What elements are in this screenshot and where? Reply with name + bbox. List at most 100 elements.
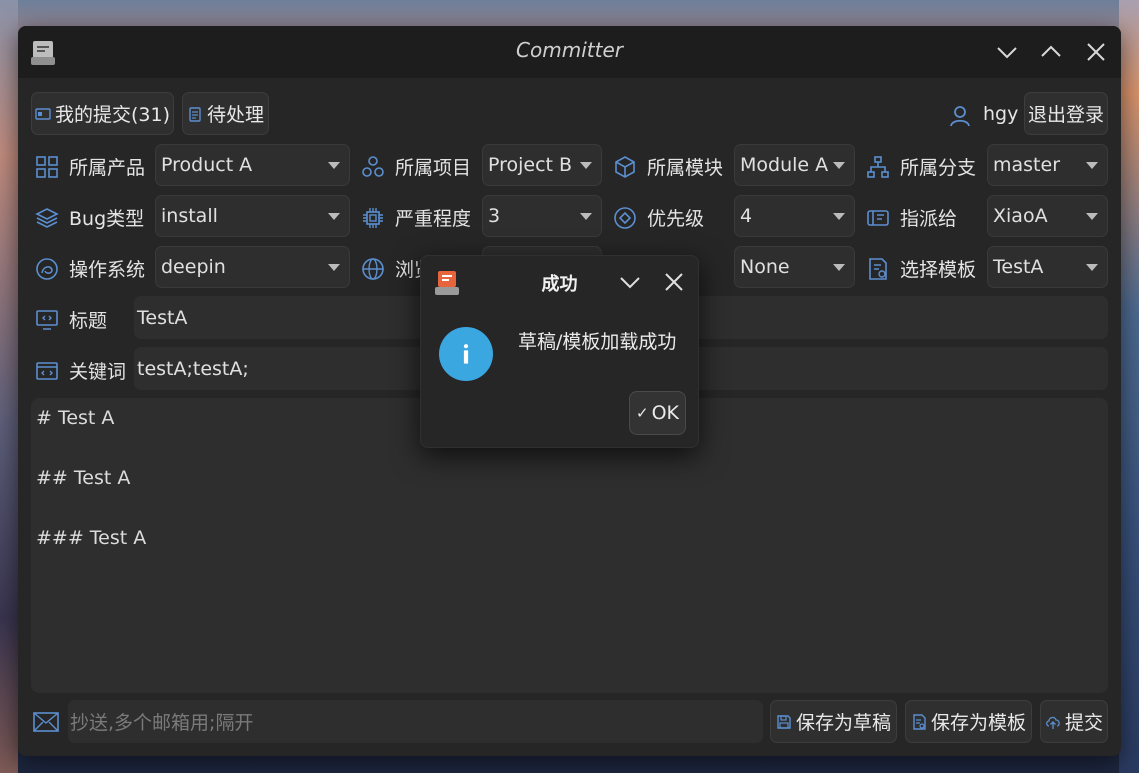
product-label-text: 所属产品 — [69, 157, 146, 179]
layers-icon — [35, 207, 59, 228]
branch-value: master — [993, 154, 1061, 176]
extra-select[interactable]: None — [734, 246, 855, 288]
close-button[interactable] — [1083, 39, 1109, 65]
my-commits-label: 我的提交(31) — [54, 104, 170, 126]
product-value: Product A — [161, 154, 253, 176]
deepin-icon — [36, 257, 58, 280]
minimize-button[interactable] — [994, 39, 1020, 65]
ok-button[interactable]: ✓ OK — [629, 391, 686, 435]
branch-field-label: 所属分支 — [866, 153, 976, 180]
bug-type-select[interactable]: install — [155, 195, 350, 237]
dialog-close-button[interactable] — [661, 269, 687, 295]
window-title: Committer — [516, 38, 623, 62]
dropdown-arrow-icon — [580, 162, 592, 169]
dropdown-arrow-icon — [1086, 264, 1098, 271]
module-label-text: 所属模块 — [647, 157, 724, 179]
editor-line: ### Test A — [36, 527, 147, 549]
chip-icon — [363, 207, 383, 228]
dialog-title: 成功 — [541, 274, 578, 295]
my-commits-button[interactable]: 我的提交(31) — [31, 92, 174, 135]
priority-select[interactable]: 4 — [734, 195, 855, 237]
dialog-message: 草稿/模板加载成功 — [518, 331, 677, 353]
module-value: Module A — [740, 154, 829, 176]
ticket-icon — [867, 209, 889, 226]
assignee-field-label: 指派给 — [866, 204, 957, 231]
dropdown-arrow-icon — [328, 264, 340, 271]
dropdown-arrow-icon — [1086, 162, 1098, 169]
keywords-field-label: 关键词 — [35, 357, 126, 384]
title-field-label: 标题 — [35, 306, 107, 333]
module-field-label: 所属模块 — [613, 153, 723, 180]
product-field-label: 所属产品 — [35, 153, 145, 180]
close-icon — [665, 273, 683, 291]
globe-icon — [362, 257, 384, 280]
cube-icon — [615, 155, 635, 178]
dropdown-arrow-icon — [833, 162, 845, 169]
template-save-icon — [913, 713, 926, 730]
info-icon — [439, 327, 493, 381]
logout-button[interactable]: 退出登录 — [1024, 92, 1108, 135]
assignee-select[interactable]: XiaoA — [987, 195, 1108, 237]
os-label-text: 操作系统 — [69, 259, 146, 281]
bug-type-field-label: Bug类型 — [35, 204, 144, 231]
severity-value: 3 — [488, 205, 501, 227]
dropdown-arrow-icon — [328, 162, 340, 169]
project-label-text: 所属项目 — [395, 157, 472, 179]
cc-input[interactable]: 抄送,多个邮箱用;隔开 — [68, 700, 763, 743]
dialog-minimize-button[interactable] — [617, 269, 643, 295]
template-select[interactable]: TestA — [987, 246, 1108, 288]
logout-label: 退出登录 — [1027, 104, 1104, 126]
project-field-label: 所属项目 — [361, 153, 471, 180]
dropdown-arrow-icon — [328, 213, 340, 220]
branch-select[interactable]: master — [987, 144, 1108, 186]
dropdown-arrow-icon — [833, 264, 845, 271]
template-value: TestA — [993, 256, 1044, 278]
severity-select[interactable]: 3 — [482, 195, 602, 237]
save-draft-label: 保存为草稿 — [795, 712, 891, 734]
save-icon — [777, 714, 791, 729]
maximize-button[interactable] — [1038, 39, 1064, 65]
chevron-down-icon — [620, 277, 640, 289]
title-label-text: 标题 — [69, 310, 108, 332]
chevron-down-icon — [997, 47, 1017, 59]
user-icon — [950, 106, 970, 127]
assignee-value: XiaoA — [993, 205, 1048, 227]
grid-icon — [36, 155, 58, 178]
priority-label-text: 优先级 — [647, 208, 705, 230]
id-card-icon — [35, 107, 51, 120]
circles-icon — [362, 155, 384, 177]
assignee-label-text: 指派给 — [900, 208, 958, 230]
os-select[interactable]: deepin — [155, 246, 350, 288]
mail-icon — [33, 712, 59, 732]
clipboard-icon — [189, 106, 201, 122]
project-value: Project B — [488, 154, 573, 176]
save-draft-button[interactable]: 保存为草稿 — [770, 700, 897, 743]
module-select[interactable]: Module A — [734, 144, 855, 186]
username-label: hgy — [983, 103, 1019, 125]
success-dialog: 成功 草稿/模板加载成功 ✓ OK — [420, 255, 699, 448]
dropdown-arrow-icon — [1086, 213, 1098, 220]
submit-label: 提交 — [1064, 712, 1103, 734]
priority-value: 4 — [740, 205, 753, 227]
submit-button[interactable]: 提交 — [1040, 700, 1108, 743]
upload-cloud-icon — [1046, 716, 1060, 729]
title-value: TestA — [137, 306, 188, 329]
save-template-button[interactable]: 保存为模板 — [905, 700, 1032, 743]
bug-type-value: install — [161, 205, 218, 227]
save-template-label: 保存为模板 — [930, 712, 1026, 734]
chevron-up-icon — [1041, 45, 1061, 57]
template-field-label: 选择模板 — [866, 255, 976, 282]
os-value: deepin — [161, 256, 226, 278]
cc-placeholder: 抄送,多个邮箱用;隔开 — [70, 712, 254, 734]
dropdown-arrow-icon — [833, 213, 845, 220]
pending-button[interactable]: 待处理 — [182, 92, 269, 135]
keywords-value: testA;testA; — [137, 357, 249, 380]
title-bar: Committer — [18, 26, 1121, 78]
template-icon — [869, 257, 887, 280]
product-select[interactable]: Product A — [155, 144, 350, 186]
priority-icon — [614, 206, 636, 229]
dropdown-arrow-icon — [580, 213, 592, 220]
template-label-text: 选择模板 — [900, 259, 977, 281]
check-icon: ✓ — [636, 404, 649, 422]
project-select[interactable]: Project B — [482, 144, 602, 186]
